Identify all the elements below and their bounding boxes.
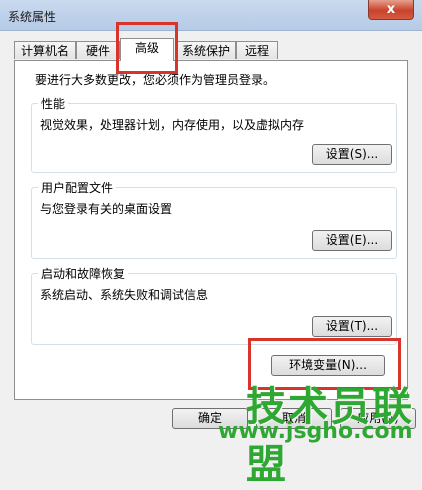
tab-advanced[interactable]: 高级 (120, 38, 174, 61)
user-profiles-group: 用户配置文件 与您登录有关的桌面设置 设置(E)... (31, 179, 397, 259)
close-icon: x (386, 2, 396, 17)
user-profiles-label: 用户配置文件 (38, 179, 117, 196)
performance-group: 性能 视觉效果，处理器计划，内存使用，以及虚拟内存 设置(S)... (31, 95, 397, 173)
user-profiles-desc: 与您登录有关的桌面设置 (40, 202, 173, 216)
performance-settings-button[interactable]: 设置(S)... (312, 144, 392, 165)
startup-recovery-desc: 系统启动、系统失败和调试信息 (40, 288, 209, 302)
tab-label: 远程 (244, 44, 269, 58)
performance-label: 性能 (38, 95, 69, 112)
tab-label: 高级 (134, 41, 159, 55)
tab-computer-name[interactable]: 计算机名 (14, 41, 76, 59)
tab-label: 硬件 (85, 44, 110, 58)
window-title: 系统属性 (8, 10, 57, 24)
startup-recovery-label: 启动和故障恢复 (38, 265, 129, 282)
startup-recovery-group: 启动和故障恢复 系统启动、系统失败和调试信息 设置(T)... (31, 265, 397, 345)
tab-label: 计算机名 (20, 44, 69, 58)
close-button[interactable]: x (368, 0, 414, 20)
startup-recovery-settings-button[interactable]: 设置(T)... (312, 316, 392, 337)
watermark-url: www.jsgho.com (218, 419, 413, 444)
user-profiles-settings-button[interactable]: 设置(E)... (312, 230, 392, 251)
tab-remote[interactable]: 远程 (236, 41, 278, 59)
tab-hardware[interactable]: 硬件 (76, 41, 120, 59)
title-bar: 系统属性 x (0, 0, 422, 31)
performance-desc: 视觉效果，处理器计划，内存使用，以及虚拟内存 (40, 118, 305, 132)
tab-system-protection[interactable]: 系统保护 (176, 41, 236, 59)
tab-label: 系统保护 (181, 44, 230, 58)
